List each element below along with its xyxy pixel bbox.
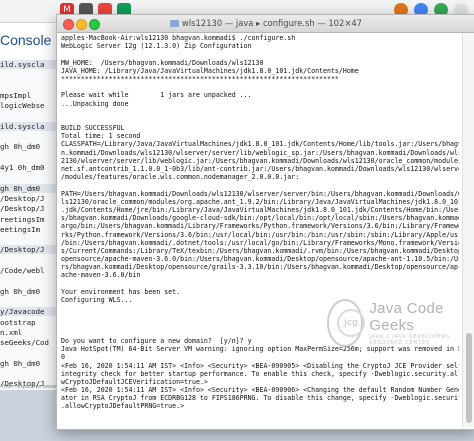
terminal-line: s/bhagvan.kommadi/Downloads/google-cloud…: [61, 214, 459, 223]
terminal-line: MW_HOME: /Users/bhagvan.kommadi/Download…: [61, 58, 264, 67]
terminal-line: integrity check for better startup perfo…: [61, 369, 459, 378]
terminal-scrollbar[interactable]: [462, 33, 474, 427]
background-code-line: /Desktop/J: [0, 204, 45, 214]
background-code-line: y/Javacode: [0, 307, 56, 317]
background-code-line: gh 0h_dm0: [0, 142, 41, 152]
terminal-line: opensource/apache-maven-3.6.0/bin:/Users…: [61, 255, 459, 264]
terminal-line: <Feb 16, 2020 1:54:11 AM IST> <Info> <Se…: [61, 361, 459, 370]
folder-icon: [170, 20, 179, 27]
background-code-line: /Desktop/J: [0, 245, 56, 255]
terminal-line: ...Unpacking done: [61, 99, 129, 108]
background-code-line: gh 0h_dm0: [0, 286, 41, 296]
terminal-line: <Feb 16, 2020 1:54:11 AM IST> <Info> <Se…: [61, 386, 459, 395]
console-title: Console 12c: [0, 32, 60, 48]
terminal-line: apples-MacBook-Air:wls12130 bhagvan.komm…: [61, 34, 296, 42]
terminal-line: .jdk/Contents/Home/jre/bin:/Library/Java…: [61, 205, 459, 214]
watermark: jcg Java Code Geeks JAVA 2 JAVA DEVELOPE…: [327, 299, 474, 347]
terminal-title-text: wls12130 — java ▸ configure.sh — 102×47: [182, 18, 362, 28]
logo-letters: jcg: [337, 309, 365, 337]
background-code-line: eetingsIm: [0, 224, 41, 234]
background-code-line: 4y1 0h_dm0: [0, 163, 45, 172]
terminal-line: ator in RSA CryptoJ from ECDRBG128 to FI…: [61, 394, 459, 403]
terminal-line: s/Current/Commands:/Library/TeX/texbin:/…: [61, 246, 459, 255]
terminal-line: JAVA_HOME: /Library/Java/JavaVirtualMach…: [61, 66, 359, 75]
terminal-line: ****************************************…: [61, 74, 339, 83]
terminal-line: Total time: 1 second: [61, 132, 141, 141]
background-code-line: /Code/webl: [0, 266, 45, 275]
footer-text: their respective owne: [2, 384, 57, 390]
terminal-line: n.kommadi/Downloads/wls12130/wlserver/se…: [61, 148, 459, 157]
terminal-line: rks/Python.framework/Versions/3.6/bin:/u…: [61, 230, 459, 239]
java-code-geeks-logo-icon: jcg: [327, 299, 365, 347]
watermark-tagline: JAVA 2 JAVA DEVELOPERS RESOURCE CENTER: [369, 334, 450, 346]
terminal-line: Please wait while 1 jars are unpacked ..…: [61, 91, 252, 100]
terminal-line: ls12130/oracle_common/modules/org.apache…: [61, 197, 459, 206]
terminal-line: /bin:/Users/bhagvan.kommadi/.dotnet/tool…: [61, 238, 459, 247]
background-code-list: ild.syscla mpsImpl logicWebse ild.syscla gh …: [0, 60, 56, 390]
background-code-line: reetingsIm: [0, 214, 45, 224]
background-code-line: logicWebse: [0, 101, 45, 111]
background-code-line: ild.syscla: [0, 121, 56, 131]
watermark-text: Java Code Geeks JAVA 2 JAVA DEVELOPERS R…: [369, 300, 474, 346]
terminal-titlebar[interactable]: wls12130 — java ▸ configure.sh — 102×47: [57, 15, 474, 33]
background-code-line: ild.syscla: [0, 60, 56, 69]
background-code-line: /Desktop/J: [0, 193, 45, 203]
terminal-line: ache-maven-3.6.0/bin: [61, 271, 141, 280]
terminal-line: wCryptoJDefaultJCEVerification=true.>: [61, 377, 208, 386]
terminal-output[interactable]: apples-MacBook-Air:wls12130 bhagvan.komm…: [61, 34, 459, 426]
terminal-line: /modules/features/oracle.wls.common.node…: [61, 173, 300, 182]
terminal-line: 0: [61, 353, 65, 362]
terminal-line: .allowCryptoJDefaultPRNG=true.>: [61, 402, 185, 411]
terminal-title: wls12130 — java ▸ configure.sh — 102×47: [57, 15, 474, 32]
terminal-line: net.sf.antcontrib_1.1.0.0_1-0b3/lib/ant-…: [61, 165, 459, 173]
terminal-line: CLASSPATH=/Library/Java/JavaVirtualMachi…: [61, 140, 459, 149]
background-code-line: ootstrap: [0, 317, 36, 327]
terminal-line: BUILD SUCCESSFUL: [61, 124, 125, 133]
background-code-line: mpsImpl: [0, 90, 32, 100]
terminal-line: argo/bin:/Users/bhagvan.kommadi/Library/…: [61, 222, 459, 231]
terminal-line: PATH=/Users/bhagvan.kommadi/Downloads/wl…: [61, 189, 459, 198]
background-code-line: gh 0h_dm0: [0, 183, 56, 193]
terminal-line: WebLogic Server 12g (12.1.3.0) Zip Confi…: [61, 42, 252, 51]
background-code-line: n.xml: [0, 327, 23, 337]
terminal-line: Your environment has been set.: [61, 287, 181, 296]
watermark-name: Java Code Geeks: [369, 300, 444, 334]
terminal-window[interactable]: wls12130 — java ▸ configure.sh — 102×47 …: [56, 14, 474, 430]
background-code-line: seGeeks/Cod: [0, 338, 49, 348]
terminal-line: 2130/wlserver/server/lib/weblogic.jar:/U…: [61, 156, 459, 165]
terminal-line: rs/bhagvan.kommadi/Desktop/opensource/gr…: [61, 263, 458, 272]
background-code-line: gh 0h_dm0: [0, 358, 41, 368]
